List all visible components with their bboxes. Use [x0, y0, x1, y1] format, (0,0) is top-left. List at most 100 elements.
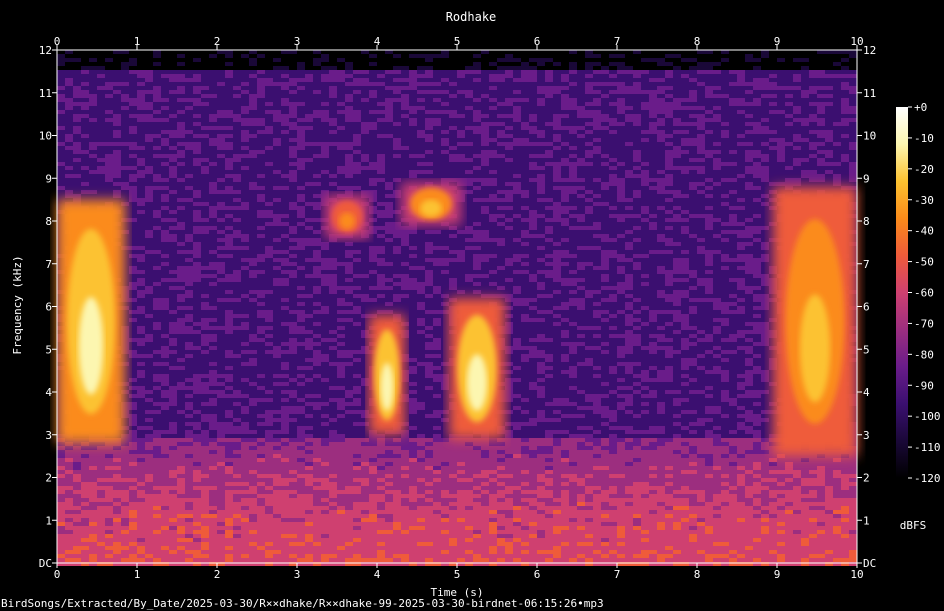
noise-cell [617, 110, 625, 114]
noise-cell [753, 106, 761, 110]
noise-cell [537, 206, 545, 210]
noise-cell [489, 186, 497, 190]
noise-cell [665, 74, 673, 78]
noise-cell [657, 98, 665, 102]
noise-cell [193, 206, 201, 210]
noise-cell [241, 122, 249, 126]
noise-cell [113, 54, 121, 58]
noise-cell [801, 94, 809, 98]
noise-cell [145, 206, 153, 210]
noise-cell [297, 190, 305, 194]
noise-cell [153, 106, 161, 110]
noise-cell [569, 94, 577, 98]
noise-cell [233, 142, 241, 146]
noise-cell [697, 238, 705, 242]
noise-cell [441, 102, 449, 106]
noise-cell [561, 178, 569, 182]
noise-cell [697, 118, 705, 122]
noise-cell [257, 54, 265, 58]
noise-cell [625, 166, 633, 170]
noise-cell [265, 82, 273, 86]
noise-cell [633, 82, 641, 86]
noise-cell [313, 114, 321, 118]
noise-cell [305, 134, 313, 138]
noise-cell [321, 118, 329, 122]
noise-cell [337, 182, 345, 186]
noise-cell [793, 86, 801, 90]
noise-cell [473, 110, 481, 114]
noise-cell [305, 54, 313, 58]
noise-cell [177, 166, 185, 170]
noise-cell [81, 110, 89, 114]
noise-cell [785, 106, 793, 110]
noise-cell [729, 94, 737, 98]
noise-cell [113, 190, 121, 194]
noise-cell [841, 102, 849, 106]
noise-cell [681, 230, 689, 234]
noise-cell [185, 186, 193, 190]
noise-cell [97, 126, 105, 130]
noise-cell [409, 158, 417, 162]
noise-cell [633, 62, 641, 66]
noise-cell [481, 122, 489, 126]
noise-cell [233, 138, 241, 142]
noise-cell [361, 154, 369, 158]
noise-cell [273, 210, 281, 214]
noise-cell [249, 50, 257, 54]
noise-cell [153, 162, 161, 166]
noise-cell [289, 82, 297, 86]
noise-cell [689, 210, 697, 214]
noise-cell [705, 118, 713, 122]
noise-cell [657, 90, 665, 94]
noise-cell [297, 74, 305, 78]
noise-cell [521, 54, 529, 58]
noise-cell [833, 166, 841, 170]
noise-cell [241, 118, 249, 122]
noise-cell [97, 98, 105, 102]
noise-cell [769, 126, 777, 130]
noise-cell [313, 66, 321, 70]
noise-cell [233, 94, 241, 98]
noise-cell [177, 242, 185, 246]
noise-cell [689, 170, 697, 174]
noise-cell [569, 210, 577, 214]
noise-cell [545, 230, 553, 234]
noise-cell [593, 54, 601, 58]
noise-cell [721, 198, 729, 202]
noise-cell [753, 218, 761, 222]
noise-cell [361, 174, 369, 178]
noise-cell [673, 194, 681, 198]
noise-cell [849, 126, 857, 130]
noise-cell [209, 218, 217, 222]
noise-cell [241, 82, 249, 86]
noise-cell [329, 94, 337, 98]
noise-cell [425, 58, 433, 62]
noise-cell [57, 70, 65, 74]
noise-cell [465, 210, 473, 214]
noise-cell [545, 138, 553, 142]
noise-cell [433, 122, 441, 126]
noise-cell [793, 134, 801, 138]
noise-cell [329, 74, 337, 78]
noise-cell [505, 118, 513, 122]
noise-cell [481, 210, 489, 214]
noise-cell [289, 230, 297, 234]
noise-cell [321, 246, 329, 250]
noise-cell [801, 70, 809, 74]
noise-cell [113, 174, 121, 178]
noise-cell [129, 58, 137, 62]
noise-cell [273, 234, 281, 238]
noise-cell [457, 90, 465, 94]
noise-cell [377, 66, 385, 70]
noise-cell [753, 222, 761, 226]
noise-cell [753, 154, 761, 158]
noise-cell [497, 226, 505, 230]
noise-cell [673, 130, 681, 134]
noise-cell [321, 78, 329, 82]
noise-cell [337, 66, 345, 70]
noise-cell [465, 214, 473, 218]
noise-cell [489, 90, 497, 94]
noise-cell [729, 62, 737, 66]
noise-cell [225, 222, 233, 226]
noise-cell [385, 58, 393, 62]
